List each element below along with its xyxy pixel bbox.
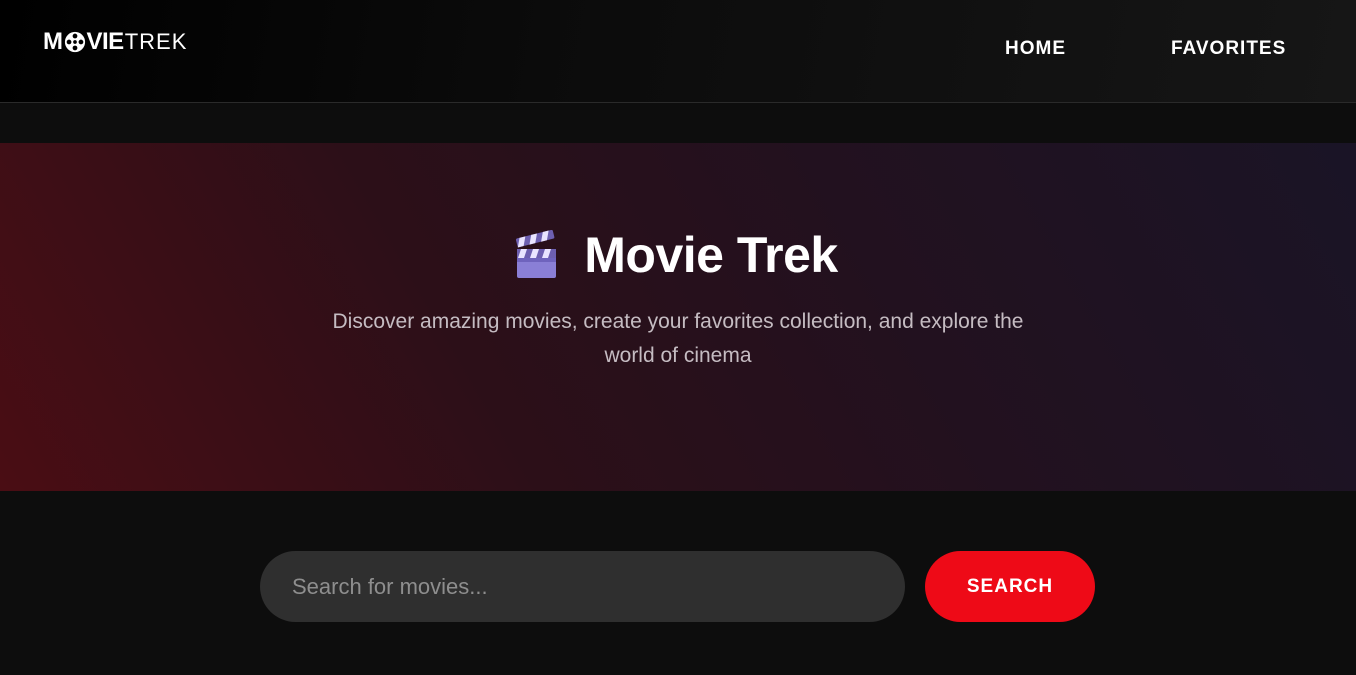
nav-home-link[interactable]: HOME xyxy=(1005,38,1066,60)
hero-title-row: Movie Trek xyxy=(0,225,1356,285)
nav-favorites-link[interactable]: FAVORITES xyxy=(1171,38,1286,60)
logo-letters-vie: VIE xyxy=(86,28,125,55)
search-input[interactable] xyxy=(260,551,905,622)
search-button[interactable]: SEARCH xyxy=(925,551,1095,622)
site-logo[interactable]: M VIE TREK xyxy=(43,28,188,56)
clapper-board-icon xyxy=(516,230,557,278)
hero-banner: Movie Trek Discover amazing movies, crea… xyxy=(0,143,1356,491)
film-reel-icon xyxy=(64,31,85,53)
logo-thin-text: TREK xyxy=(124,29,188,54)
logo-bold-text: M VIE xyxy=(43,28,124,56)
hero-title: Movie Trek xyxy=(584,227,838,283)
navbar: M VIE TREK HOME FAVORITES xyxy=(0,0,1356,103)
logo-letter-m: M xyxy=(43,28,63,55)
hero-subtitle: Discover amazing movies, create your fav… xyxy=(332,310,1024,367)
